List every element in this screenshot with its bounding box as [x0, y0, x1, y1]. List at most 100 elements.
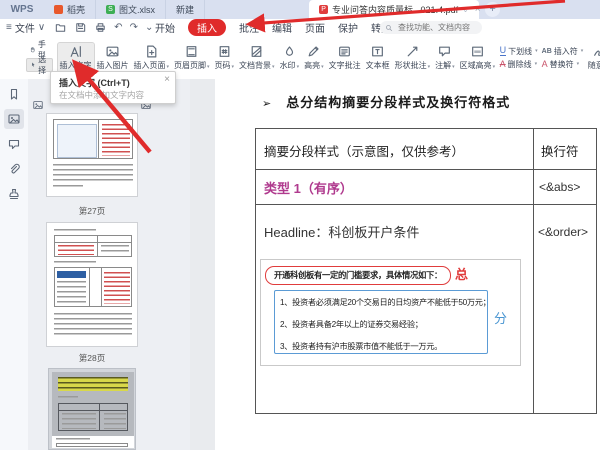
zong-tag: 总	[455, 264, 468, 283]
chevron-down-icon: ▾	[321, 64, 324, 70]
tool-label: 区域高亮	[460, 61, 492, 70]
menu-item[interactable]: 编辑	[272, 20, 292, 35]
new-tab-button[interactable]: +	[485, 2, 500, 17]
toolbar-button[interactable]: 插入图片	[95, 43, 131, 72]
order-break-symbol: <&order>	[538, 225, 588, 239]
cursor-icon	[30, 60, 36, 69]
tooltip-body: 在文档中添加文字内容	[59, 89, 144, 101]
toolbar-button[interactable]: 插入页面▾	[132, 43, 172, 72]
toolbar-button[interactable]: 区域高亮▾	[458, 43, 498, 72]
insert-image-icon	[105, 44, 120, 59]
tool-label: 页眉页脚	[174, 61, 206, 70]
menu-item[interactable]: 批注	[239, 20, 259, 35]
toolbar-button[interactable]: 页眉页脚▾	[172, 43, 212, 72]
list-item: 2、投资者具备2年以上的证券交易经验；	[280, 318, 423, 330]
toolbar-button[interactable]: 高亮▾	[302, 43, 326, 72]
thumbnail-size-small-icon[interactable]	[32, 98, 44, 116]
replace-icon: A	[542, 59, 548, 69]
chevron-down-icon: ▾	[493, 64, 496, 70]
tab-caret-icon[interactable]: ⌄	[462, 5, 469, 14]
section-heading: ➢总分结构摘要分段样式及换行符格式	[262, 92, 510, 111]
search-box[interactable]	[380, 21, 482, 34]
chevron-down-icon: ∨	[38, 22, 45, 33]
chevron-down-icon: ▾	[452, 64, 455, 70]
wps-pdf-window: WPS 稻壳S图文.xlsx新建P专业问答内容质量标...021.4.pdf⌄×…	[0, 0, 600, 450]
rail-attachment[interactable]	[4, 159, 24, 179]
close-icon[interactable]: ×	[164, 74, 170, 85]
undo-icon[interactable]: ↶	[114, 22, 122, 33]
pdf-page[interactable]: ➢总分结构摘要分段样式及换行符格式 摘要分段样式（示意图，仅供参考） 换行符 类…	[215, 79, 600, 450]
attachment-icon	[7, 162, 21, 176]
text-comment-icon	[337, 44, 352, 59]
thumbnail-page-current[interactable]	[48, 368, 136, 450]
toolbar-button[interactable]: 页码▾	[213, 43, 237, 72]
toolbar-button[interactable]: A删除线▾	[500, 59, 538, 70]
toolbar-button[interactable]: A替换符▾	[542, 59, 584, 70]
tool-label: 删除线	[508, 59, 532, 70]
search-input[interactable]	[396, 22, 476, 33]
toolbar-button[interactable]: 插入文字	[58, 43, 94, 72]
example-screenshot-frame: 开通科创板有一定的门槛要求，具体情况如下： 总 1、投资者必须满足20个交易日的…	[260, 259, 521, 366]
tool-label: 插入符	[554, 46, 578, 57]
toolbar-button[interactable]: AB插入符▾	[542, 46, 584, 57]
menu-icon[interactable]: ≡	[6, 22, 12, 33]
tooltip-title: 插入文字 (Ctrl+T)	[59, 76, 130, 89]
wps-logo[interactable]: WPS	[0, 0, 44, 19]
tab[interactable]: P专业问答内容质量标...021.4.pdf⌄×	[309, 0, 479, 19]
fen-tag: 分	[494, 308, 507, 327]
thumbnail-panel: 第27页 第28页	[28, 79, 191, 450]
toolbar-button[interactable]: 随意画	[586, 43, 600, 72]
tool-label: 水印	[280, 61, 296, 70]
save-icon[interactable]	[74, 21, 87, 34]
tool-label: 下划线	[508, 46, 532, 57]
shape-comment-icon	[405, 44, 420, 59]
area-highlight-icon	[470, 44, 485, 59]
table-header-style: 摘要分段样式（示意图，仅供参考）	[264, 141, 464, 160]
chevron-down-icon: ▾	[297, 64, 300, 70]
callout-box: 开通科创板有一定的门槛要求，具体情况如下：	[265, 266, 451, 285]
thumbnail-page-28[interactable]	[46, 222, 138, 347]
tab[interactable]: 新建	[166, 0, 205, 19]
redo-icon[interactable]: ↷	[130, 22, 138, 33]
note-icon	[437, 44, 452, 59]
print-icon[interactable]	[94, 21, 107, 34]
insert-text-tooltip: 插入文字 (Ctrl+T) 在文档中添加文字内容 ×	[50, 71, 176, 104]
document-area[interactable]: ➢总分结构摘要分段样式及换行符格式 摘要分段样式（示意图，仅供参考） 换行符 类…	[190, 79, 600, 450]
tool-label: 随意画	[588, 61, 600, 70]
underline-icon: U	[500, 46, 507, 56]
tool-cursor[interactable]: 选择	[26, 58, 53, 72]
thumbnails-icon	[7, 112, 21, 126]
highlight-icon	[306, 44, 321, 59]
menu-item[interactable]: 开始	[155, 20, 175, 35]
toolbar-button[interactable]: 注解▾	[433, 43, 457, 72]
headline-text: Headline：科创板开户条件	[264, 222, 419, 241]
file-menu[interactable]: 文件	[15, 20, 35, 35]
tool-label: 文本框	[366, 61, 390, 70]
tab[interactable]: 稻壳	[44, 0, 96, 19]
tab-label: 图文.xlsx	[119, 3, 155, 16]
tab[interactable]: S图文.xlsx	[96, 0, 166, 19]
tool-label: 插入文字	[60, 61, 92, 70]
menu-item[interactable]: 插入	[188, 19, 226, 36]
toolbar-button[interactable]: 文本框	[364, 43, 392, 72]
print-icon	[94, 21, 107, 34]
tab-bar: WPS 稻壳S图文.xlsx新建P专业问答内容质量标...021.4.pdf⌄×…	[0, 0, 600, 19]
doc-background-icon	[249, 44, 264, 59]
thumbnail-page-27[interactable]	[46, 113, 138, 197]
toolbar-button[interactable]: 文字批注	[327, 43, 363, 72]
close-icon[interactable]: ×	[475, 4, 481, 15]
rail-thumbnails[interactable]	[4, 109, 24, 129]
toolbar-button[interactable]: 文档背景▾	[237, 43, 277, 72]
menu-item[interactable]: 保护	[338, 20, 358, 35]
toolbar-button[interactable]: U下划线▾	[500, 46, 538, 57]
folder-icon[interactable]	[54, 21, 67, 34]
rail-bookmark[interactable]	[4, 84, 24, 104]
rail-stamp[interactable]	[4, 184, 24, 204]
rail-comment[interactable]	[4, 134, 24, 154]
menu-item[interactable]: 页面	[305, 20, 325, 35]
more-icon[interactable]: ⌄	[145, 22, 153, 33]
toolbar-button[interactable]: 形状批注▾	[393, 43, 433, 72]
toolbar-button[interactable]: 水印▾	[278, 43, 302, 72]
insert-page-icon	[144, 44, 159, 59]
header-footer-icon	[184, 44, 199, 59]
